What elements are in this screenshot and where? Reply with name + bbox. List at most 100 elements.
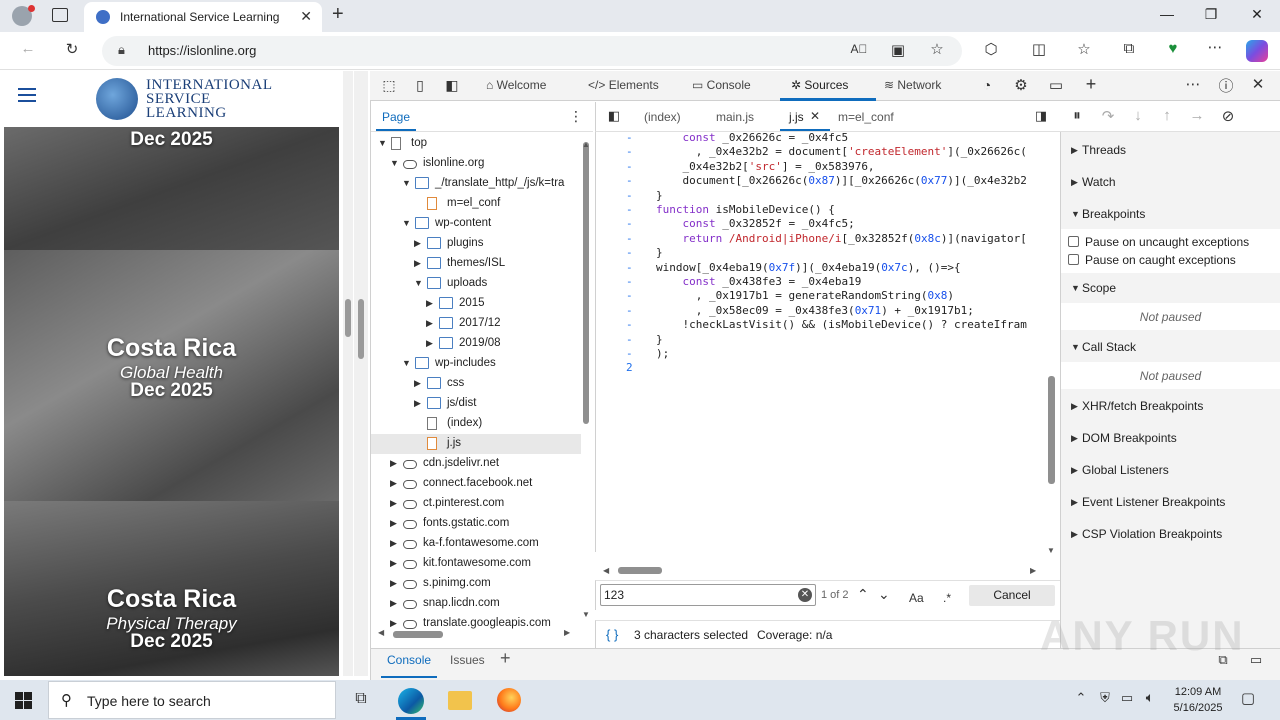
expand-right-icon[interactable]: ▶ (426, 318, 433, 329)
expand-right-icon[interactable]: ▶ (414, 378, 421, 389)
tree-row[interactable]: ▶ 2019/08 (371, 334, 581, 354)
copilot-icon[interactable] (1246, 40, 1268, 62)
expand-right-icon[interactable]: ▶ (390, 498, 397, 509)
editor-scrollbar-thumb[interactable] (1048, 376, 1055, 484)
extensions-icon[interactable]: ⬡ (980, 40, 1002, 58)
refresh-icon[interactable]: ↻ (61, 40, 83, 58)
line-gutter-marker[interactable]: - (626, 275, 633, 288)
line-gutter-marker[interactable]: - (626, 132, 633, 144)
line-gutter-marker[interactable]: - (626, 304, 633, 317)
tree-row[interactable]: ▶ kit.fontawesome.com (371, 554, 581, 574)
tree-row[interactable]: ▼ uploads (371, 274, 581, 294)
performance-icon[interactable]: ♥ (1162, 40, 1184, 57)
site-logo[interactable]: INTERNATIONAL SERVICE LEARNING (146, 78, 272, 121)
tree-row[interactable]: ▼ islonline.org (371, 154, 581, 174)
drawer-issues-tab[interactable]: Issues (450, 653, 485, 667)
drawer-add-tab-icon[interactable]: + (500, 648, 511, 669)
tree-row[interactable]: ▶ themes/ISL (371, 254, 581, 274)
expand-right-icon[interactable]: ▶ (414, 398, 421, 409)
deactivate-breakpoints-icon[interactable]: ⊘ (1217, 107, 1239, 125)
cancel-search-button[interactable]: Cancel (969, 585, 1055, 606)
tree-row[interactable]: ▼ wp-includes (371, 354, 581, 374)
hscroll-left-icon[interactable]: ◀ (378, 628, 384, 637)
tree-row[interactable]: ▶ 2017/12 (371, 314, 581, 334)
tree-row[interactable]: ▶ snap.licdn.com (371, 594, 581, 614)
step-out-icon[interactable]: ↑ (1156, 107, 1178, 124)
match-case-button[interactable]: Aa (909, 591, 924, 605)
site-scrollbar[interactable] (343, 71, 353, 676)
line-gutter-marker[interactable]: - (626, 347, 633, 360)
inspect-element-icon[interactable]: ⬚ (378, 77, 400, 94)
line-gutter-marker[interactable]: - (626, 189, 633, 202)
read-aloud-icon[interactable]: A᪲ (848, 42, 870, 56)
expand-right-icon[interactable]: ▶ (390, 538, 397, 549)
search-next-icon[interactable]: ⌄ (878, 586, 890, 603)
expand-down-icon[interactable]: ▼ (378, 138, 387, 148)
debugger-section-header[interactable]: ▼ Breakpoints (1061, 205, 1280, 229)
search-input[interactable]: 123 (600, 584, 816, 606)
navigator-more-icon[interactable]: ⋮ (569, 108, 583, 125)
expand-down-icon[interactable]: ▼ (402, 218, 411, 228)
split-screen-icon[interactable]: ◫ (1028, 40, 1050, 58)
navigator-scrollbar[interactable] (580, 140, 592, 620)
close-window-button[interactable]: ✕ (1247, 6, 1267, 23)
line-gutter-marker[interactable]: - (626, 232, 633, 245)
pause-uncaught-checkbox[interactable] (1068, 236, 1079, 247)
line-gutter-marker[interactable]: - (626, 289, 633, 302)
tree-row[interactable]: ▶ s.pinimg.com (371, 574, 581, 594)
debugger-section-header[interactable]: ▶ XHR/fetch Breakpoints (1061, 397, 1280, 421)
back-icon[interactable]: ← (17, 40, 39, 57)
editor-tab-main-js[interactable]: main.js (716, 110, 754, 124)
tray-chevron-icon[interactable]: ⌃ (1070, 690, 1092, 706)
expand-right-icon[interactable]: ▶ (390, 598, 397, 609)
pause-icon[interactable]: ⏸ (1066, 107, 1088, 124)
debugger-section-header[interactable]: ▼ Scope (1061, 279, 1280, 303)
collections-icon[interactable]: ⧉ (1118, 40, 1140, 57)
tray-security-icon[interactable]: ⛨ (1094, 690, 1116, 706)
network-tab[interactable]: ≋ Network (884, 78, 941, 92)
tree-row[interactable]: ▶ ct.pinterest.com (371, 494, 581, 514)
immersive-reader-icon[interactable]: ▣ (887, 41, 909, 59)
tree-row[interactable]: ▶ fonts.gstatic.com (371, 514, 581, 534)
navigator-hscroll-thumb[interactable] (393, 631, 443, 638)
editor-tab-j-js[interactable]: j.js (789, 110, 804, 124)
hamburger-menu-icon[interactable] (18, 88, 36, 102)
more-menu-icon[interactable]: ⋯ (1204, 38, 1226, 56)
line-gutter-marker[interactable]: - (626, 174, 633, 187)
debugger-section-header[interactable]: ▶ DOM Breakpoints (1061, 429, 1280, 453)
line-gutter-marker[interactable]: 2 (626, 361, 633, 374)
application-tab-icon[interactable]: ▭ (1045, 76, 1067, 94)
line-gutter-marker[interactable]: - (626, 246, 633, 259)
dock-side-icon[interactable]: ◧ (441, 77, 463, 94)
step-icon[interactable]: → (1186, 107, 1208, 124)
line-gutter-marker[interactable]: - (626, 203, 633, 216)
tree-row[interactable]: ▶ css (371, 374, 581, 394)
toggle-navigator-icon[interactable]: ◧ (603, 108, 625, 124)
regex-button[interactable]: .* (943, 591, 951, 605)
device-emulation-icon[interactable]: ▯ (409, 77, 431, 94)
toggle-debugger-icon[interactable]: ◨ (1030, 108, 1052, 124)
clear-search-icon[interactable]: ✕ (798, 588, 812, 602)
editor-tab-m-el-conf[interactable]: m=el_conf (838, 110, 894, 124)
tab-close-icon[interactable]: ✕ (300, 8, 312, 25)
tree-row[interactable]: ▼ _/translate_http/_/js/k=tra (371, 174, 581, 194)
tree-scroll-down-icon[interactable]: ▼ (582, 610, 590, 619)
pretty-print-icon[interactable]: { } (606, 627, 618, 642)
tab-actions-icon[interactable] (52, 8, 68, 22)
debugger-section-header[interactable]: ▼ Call Stack (1061, 338, 1280, 362)
tree-row[interactable]: (index) (371, 414, 581, 434)
maximize-button[interactable]: ❐ (1201, 6, 1221, 23)
taskbar-search-box[interactable]: ⚲ Type here to search (48, 681, 336, 719)
line-gutter-marker[interactable]: - (626, 145, 633, 158)
step-over-icon[interactable]: ↷ (1097, 107, 1119, 125)
settings-gear-icon[interactable]: ⚙ (1010, 76, 1032, 94)
debugger-section-header[interactable]: ▶ Event Listener Breakpoints (1061, 493, 1280, 517)
elements-tab[interactable]: </> Elements (588, 78, 659, 92)
expand-right-icon[interactable]: ▶ (426, 338, 433, 349)
editor-tab-close-icon[interactable]: ✕ (810, 109, 820, 123)
browser-tab-active[interactable]: International Service Learning ✕ (84, 2, 322, 32)
page-scrollbar-track[interactable] (354, 71, 368, 676)
promo-card-2[interactable]: Costa Rica Global Health Dec 2025 (4, 250, 339, 501)
line-gutter-marker[interactable]: - (626, 217, 633, 230)
tree-row[interactable]: ▶ js/dist (371, 394, 581, 414)
